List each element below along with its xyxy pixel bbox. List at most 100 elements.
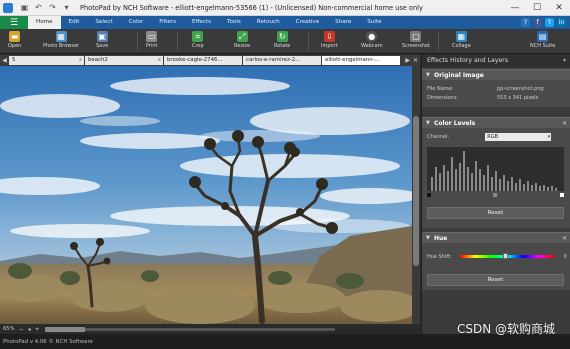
original-image-header[interactable]: ▼ Original Image xyxy=(422,69,570,80)
webcam-button[interactable]: ● Webcam xyxy=(361,30,383,53)
menu-tools[interactable]: Tools xyxy=(219,16,249,29)
save-quick-icon[interactable]: ▣ xyxy=(19,2,30,13)
histogram[interactable] xyxy=(427,147,564,191)
screenshot-button[interactable]: ▢ Screenshot xyxy=(402,30,430,53)
window-controls: — ☐ ✕ xyxy=(504,0,570,16)
collapse-icon: ▼ xyxy=(426,72,430,78)
twitter-icon[interactable]: t xyxy=(545,18,554,27)
tabs-right-arrow-icon[interactable]: ▶ xyxy=(405,57,410,64)
horizontal-scrollbar-thumb[interactable] xyxy=(45,327,85,332)
floppy-icon: ▣ xyxy=(96,31,108,42)
levels-slider-track[interactable] xyxy=(427,193,564,197)
tab-navigation: ▶ ✕ xyxy=(402,55,418,66)
redo-icon[interactable]: ↷ xyxy=(47,2,58,13)
toolbar: ▬ Open ▦ Photo Browser ▣ Save ▭ Print ⌗ … xyxy=(0,29,570,54)
chevron-down-icon: ▾ xyxy=(547,134,551,140)
crop-button[interactable]: ⌗ Crop xyxy=(192,30,204,53)
photopad-window: ▣ ↶ ↷ ▾ PhotoPad by NCH Software - ellio… xyxy=(0,0,570,349)
tab-doc-1[interactable]: 5x xyxy=(9,56,84,65)
quick-access-toolbar: ▣ ↶ ↷ ▾ xyxy=(16,2,72,13)
remove-effect-icon[interactable]: ✕ xyxy=(562,233,567,244)
menu-select[interactable]: Select xyxy=(87,16,120,29)
watermark: CSDN @软购商城 xyxy=(456,322,555,336)
menu-home[interactable]: Home xyxy=(28,16,61,29)
linkedin-icon[interactable]: in xyxy=(557,18,566,27)
toolbar-separator xyxy=(438,32,439,51)
collapse-icon: ▼ xyxy=(426,235,430,241)
help-icons: ? f t in xyxy=(518,18,566,27)
main-menu-button[interactable]: ☰ xyxy=(0,16,28,29)
menu-creative[interactable]: Creative xyxy=(288,16,327,29)
collage-icon: ▦ xyxy=(455,31,467,42)
import-icon: ⇩ xyxy=(323,31,335,42)
tab-close-icon[interactable]: x xyxy=(79,56,82,65)
menu-filters[interactable]: Filters xyxy=(151,16,184,29)
tabs-close-icon[interactable]: ✕ xyxy=(413,57,418,64)
undo-icon[interactable]: ↶ xyxy=(33,2,44,13)
hue-reset-button[interactable]: Reset xyxy=(427,274,564,286)
canvas-vertical-scrollbar[interactable] xyxy=(412,66,420,324)
menu-effects[interactable]: Effects xyxy=(184,16,219,29)
import-button[interactable]: ⇩ Import xyxy=(321,30,338,53)
white-point-handle[interactable] xyxy=(560,193,564,197)
hue-shift-knob[interactable] xyxy=(502,253,508,259)
hue-section: ▼ Hue ✕ Hue Shift: 0 Reset xyxy=(422,232,570,290)
printer-icon: ▭ xyxy=(146,31,158,42)
color-levels-reset-button[interactable]: Reset xyxy=(427,207,564,219)
effects-panel: Effects History and Layers ▾ ▼ Original … xyxy=(421,55,570,334)
collage-button[interactable]: ▦ Collage xyxy=(452,30,471,53)
tab-close-icon[interactable]: x xyxy=(158,56,161,65)
dropdown-icon[interactable]: ▾ xyxy=(61,2,72,13)
image-canvas[interactable] xyxy=(0,66,412,324)
original-image-section: ▼ Original Image File Name: pp-screensho… xyxy=(422,69,570,107)
menu-color[interactable]: Color xyxy=(121,16,152,29)
close-icon[interactable]: ✕ xyxy=(548,0,570,16)
nch-suite-button[interactable]: ▤ NCH Suite xyxy=(530,30,555,53)
hue-header[interactable]: ▼ Hue ✕ xyxy=(422,232,570,243)
print-button[interactable]: ▭ Print xyxy=(146,30,158,53)
hue-shift-row: Hue Shift: 0 xyxy=(427,253,567,260)
photo-browser-icon: ▦ xyxy=(55,31,67,42)
tab-doc-3[interactable]: brooke-cagle-2746... xyxy=(164,56,242,65)
menu-share[interactable]: Share xyxy=(327,16,359,29)
tab-doc-2[interactable]: beach2 x xyxy=(85,56,163,65)
title-bar: ▣ ↶ ↷ ▾ PhotoPad by NCH Software - ellio… xyxy=(0,0,570,16)
help-icon[interactable]: ? xyxy=(521,18,530,27)
zoom-value: 65% xyxy=(3,326,15,332)
hue-shift-slider[interactable] xyxy=(459,253,554,259)
menu-suite[interactable]: Suite xyxy=(359,16,389,29)
gamma-handle[interactable] xyxy=(493,193,497,197)
crop-icon: ⌗ xyxy=(192,31,204,42)
panel-menu-icon[interactable]: ▾ xyxy=(563,55,566,67)
resize-button[interactable]: ⤢ Resize xyxy=(234,30,250,53)
zoom-in-icon[interactable]: + xyxy=(35,326,40,333)
facebook-icon[interactable]: f xyxy=(533,18,542,27)
dimensions-row: Dimensions: 553 x 341 pixels xyxy=(427,94,539,101)
resize-icon: ⤢ xyxy=(236,31,248,42)
tabs-left-arrow-icon[interactable]: ◀ xyxy=(0,55,9,66)
photo-browser-button[interactable]: ▦ Photo Browser xyxy=(43,30,79,53)
tab-doc-4[interactable]: carlos-e-ramirez-2... xyxy=(243,56,321,65)
rotate-button[interactable]: ↻ Rotate xyxy=(274,30,290,53)
channel-select[interactable]: RGB ▾ xyxy=(485,133,552,141)
remove-effect-icon[interactable]: ✕ xyxy=(562,118,567,129)
menu-edit[interactable]: Edit xyxy=(61,16,88,29)
black-point-handle[interactable] xyxy=(427,193,431,197)
scrollbar-thumb[interactable] xyxy=(413,116,419,266)
zoom-slider-icon[interactable]: ◂ xyxy=(28,326,31,333)
save-button[interactable]: ▣ Save xyxy=(96,30,108,53)
toolbar-separator xyxy=(137,32,138,51)
tab-doc-5-active[interactable]: elliott-engelmann-... xyxy=(322,56,400,65)
color-levels-header[interactable]: ▼ Color Levels ✕ xyxy=(422,117,570,128)
horizontal-scrollbar[interactable] xyxy=(45,327,335,332)
toolbar-separator xyxy=(308,32,309,51)
histogram-graph xyxy=(431,151,557,191)
window-title: PhotoPad by NCH Software - elliott-engel… xyxy=(80,3,423,12)
zoom-out-icon[interactable]: − xyxy=(19,326,24,333)
minimize-icon[interactable]: — xyxy=(504,0,526,16)
screenshot-icon: ▢ xyxy=(410,31,422,42)
collapse-icon: ▼ xyxy=(426,120,430,126)
menu-retouch[interactable]: Retouch xyxy=(249,16,288,29)
open-button[interactable]: ▬ Open xyxy=(8,30,21,53)
maximize-icon[interactable]: ☐ xyxy=(526,0,548,16)
